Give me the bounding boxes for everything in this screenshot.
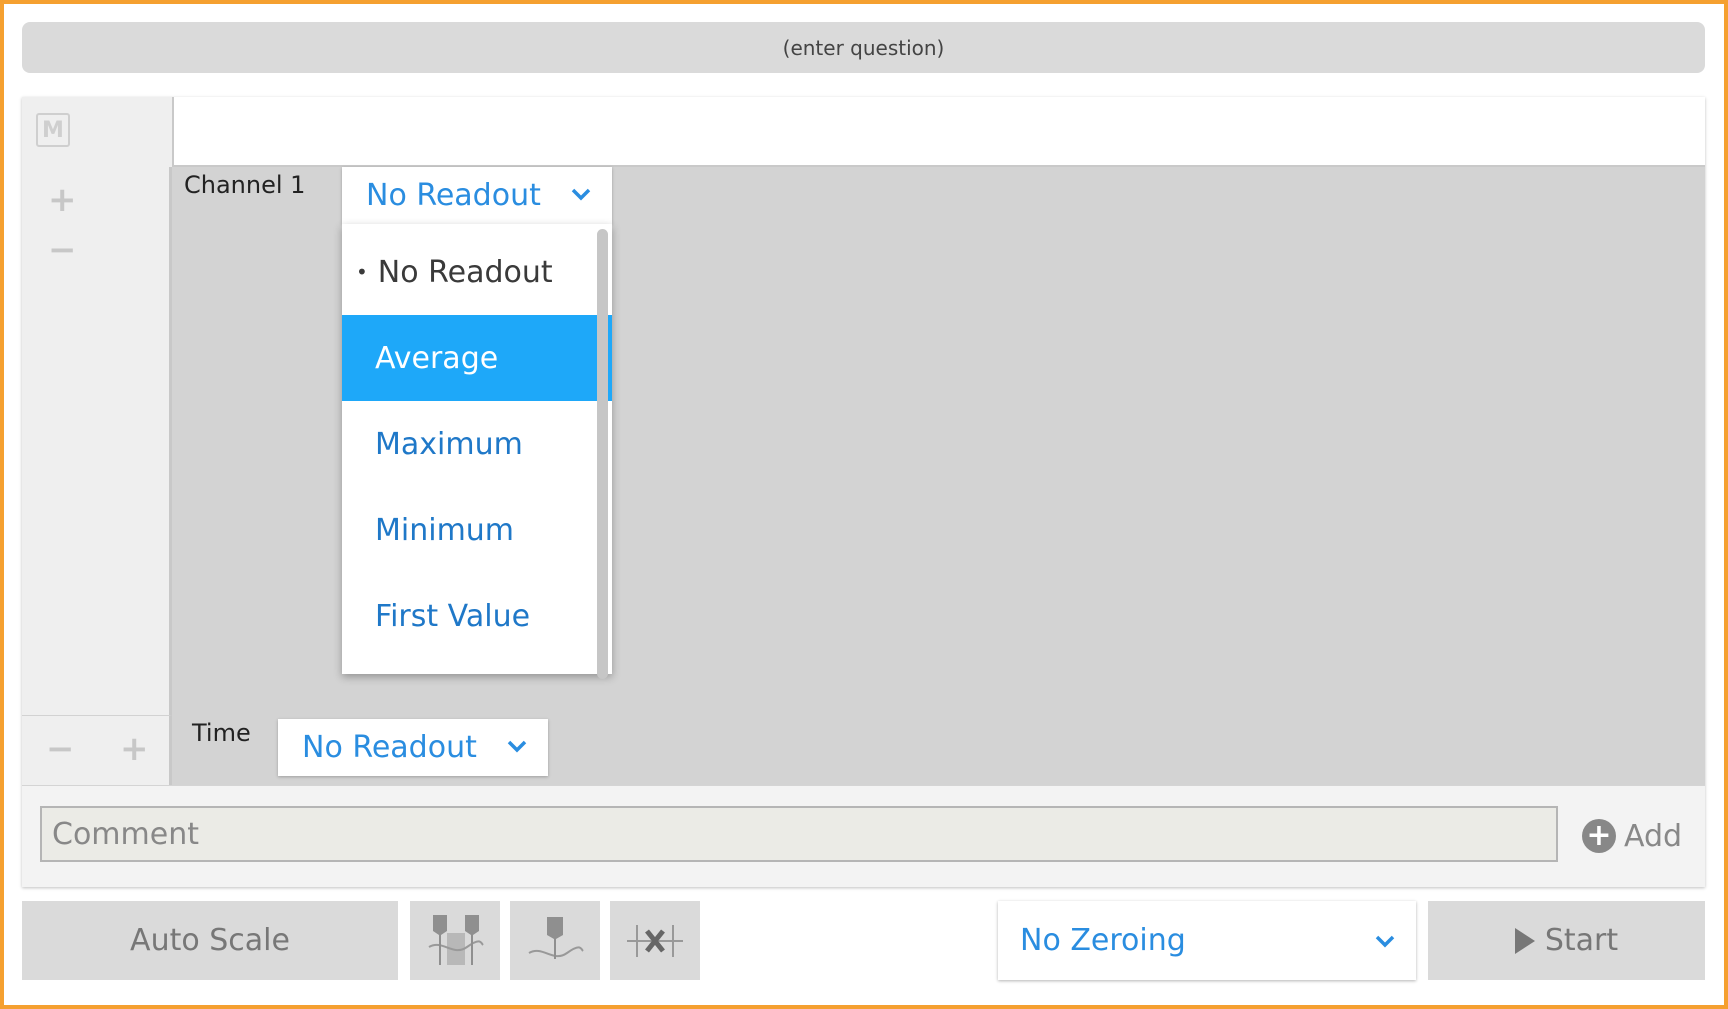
menu-item-label: No Readout — [377, 254, 553, 290]
select-region-button[interactable] — [410, 901, 500, 980]
auto-scale-label: Auto Scale — [130, 923, 290, 958]
chevron-down-icon — [571, 188, 591, 201]
time-readout-dropdown[interactable]: No Readout — [278, 719, 548, 776]
x-zoom-out-button[interactable]: − — [46, 732, 75, 766]
chevron-down-icon — [507, 740, 527, 753]
delete-selection-button[interactable] — [610, 901, 700, 980]
play-icon — [1514, 927, 1535, 954]
mode-cell: M — [22, 97, 172, 168]
menu-item-maximum[interactable]: Maximum — [342, 401, 592, 487]
channel-readout-value: No Readout — [366, 178, 541, 213]
menu-item-no-readout[interactable]: • No Readout — [342, 229, 592, 315]
menu-item-minimum[interactable]: Minimum — [342, 487, 592, 573]
start-button[interactable]: Start — [1428, 901, 1705, 980]
auto-scale-button[interactable]: Auto Scale — [22, 901, 398, 980]
x-zoom-in-button[interactable]: + — [120, 732, 149, 766]
add-label: Add — [1624, 818, 1683, 854]
add-comment-button[interactable]: + Add — [1582, 816, 1682, 856]
question-text: (enter question) — [782, 35, 945, 60]
x-axis-controls: − + — [22, 715, 172, 785]
time-label: Time — [192, 719, 251, 747]
marker-icon — [528, 916, 584, 959]
delete-range-icon — [627, 924, 683, 957]
readout-dropdown-menu: • No Readout Average Maximum Minimum Fir… — [342, 224, 612, 679]
zeroing-dropdown[interactable]: No Zeroing — [998, 901, 1416, 980]
zeroing-value: No Zeroing — [1020, 923, 1186, 958]
channel-readout-dropdown[interactable]: No Readout — [342, 167, 612, 224]
y-zoom-out-button[interactable]: − — [48, 233, 77, 267]
graph-header-area — [172, 97, 1705, 167]
question-header[interactable]: (enter question) — [22, 22, 1705, 73]
menu-item-average[interactable]: Average — [342, 315, 612, 401]
region-select-icon — [428, 914, 484, 965]
start-label: Start — [1544, 923, 1619, 958]
menu-item-first-value[interactable]: First Value — [342, 573, 592, 659]
menu-scrollbar[interactable] — [597, 229, 608, 679]
mode-m-button[interactable]: M — [36, 113, 70, 147]
graph-panel: M + − Channel 1 No Readout Time No Reado… — [22, 97, 1705, 887]
time-readout-value: No Readout — [302, 730, 477, 765]
y-axis-controls: + − — [22, 167, 172, 715]
add-marker-button[interactable] — [510, 901, 600, 980]
channel-label: Channel 1 — [184, 171, 306, 199]
y-zoom-in-button[interactable]: + — [48, 183, 77, 217]
comment-row: + Add — [22, 785, 1705, 887]
chevron-down-icon — [1375, 935, 1395, 948]
plus-circle-icon: + — [1582, 819, 1616, 853]
selected-bullet-icon: • — [356, 260, 368, 284]
comment-input[interactable] — [40, 806, 1558, 862]
